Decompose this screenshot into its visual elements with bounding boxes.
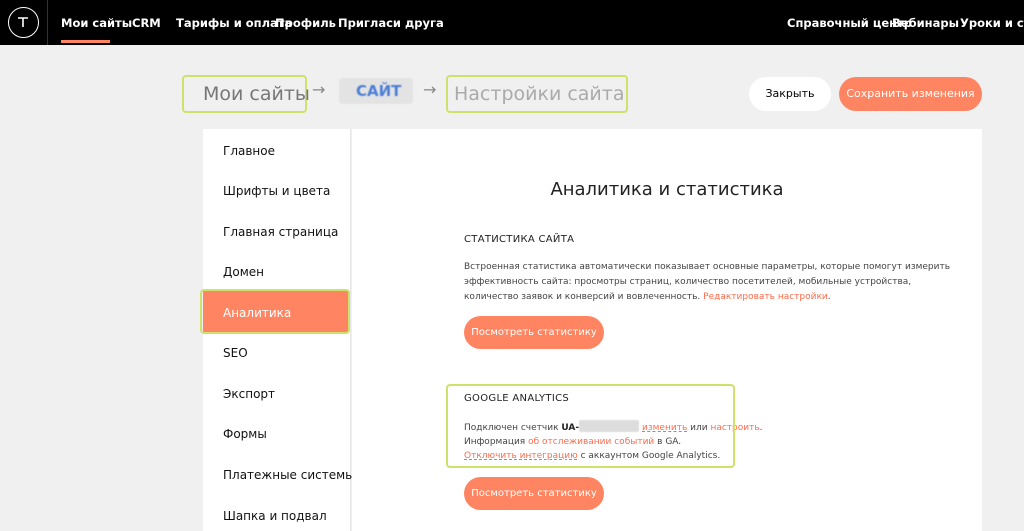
sidebar-item-home-page[interactable]: Главная страница bbox=[223, 225, 338, 239]
ga-view-stats-button[interactable]: Посмотреть статистику bbox=[464, 477, 604, 510]
nav-active-indicator bbox=[61, 40, 110, 43]
nav-invite-friend[interactable]: Пригласи друга bbox=[338, 16, 444, 30]
main-panel: Аналитика и статистика СТАТИСТИКА САЙТА … bbox=[352, 129, 982, 531]
nav-lessons[interactable]: Уроки и статьи bbox=[960, 16, 1024, 30]
sidebar-item-seo[interactable]: SEO bbox=[223, 346, 248, 360]
stats-section-heading: СТАТИСТИКА САЙТА bbox=[464, 234, 575, 245]
stats-description-end: . bbox=[827, 292, 831, 302]
sidebar-item-fonts-colors[interactable]: Шрифты и цвета bbox=[223, 184, 330, 198]
ga-dot: . bbox=[759, 423, 763, 433]
highlight-box-google-analytics bbox=[446, 384, 735, 468]
stats-description-line: количество заявок и конверсий и вовлечен… bbox=[464, 290, 831, 305]
save-changes-button[interactable]: Сохранить изменения bbox=[839, 77, 982, 111]
breadcrumb-arrow-icon: → bbox=[312, 80, 326, 99]
sidebar-item-domain[interactable]: Домен bbox=[223, 265, 264, 279]
stats-description-line: Встроенная статистика автоматически пока… bbox=[464, 262, 951, 272]
breadcrumb-site-label: САЙТ bbox=[356, 82, 402, 100]
sidebar-item-export[interactable]: Экспорт bbox=[223, 387, 275, 401]
nav-webinars[interactable]: Вебинары bbox=[892, 16, 959, 30]
highlight-box-analytics bbox=[200, 289, 350, 334]
top-nav-bar: Мои сайты CRM Тарифы и оплата Профиль Пр… bbox=[0, 0, 1024, 45]
breadcrumb-settings: Настройки сайта bbox=[454, 83, 625, 105]
nav-divider bbox=[47, 0, 48, 45]
view-stats-button[interactable]: Посмотреть статистику bbox=[464, 316, 604, 349]
nav-crm[interactable]: CRM bbox=[132, 16, 161, 30]
breadcrumb-my-sites[interactable]: Мои сайты bbox=[203, 83, 310, 105]
sidebar-item-payment-systems[interactable]: Платежные системы bbox=[223, 468, 355, 482]
edit-settings-link[interactable]: Редактировать настройки bbox=[703, 292, 828, 302]
stats-description-text: количество заявок и конверсий и вовлечен… bbox=[464, 292, 701, 302]
sidebar-item-main[interactable]: Главное bbox=[223, 144, 275, 158]
nav-profile[interactable]: Профиль bbox=[275, 16, 336, 30]
breadcrumb-arrow-icon: → bbox=[423, 80, 437, 99]
sidebar-item-header-footer[interactable]: Шапка и подвал bbox=[223, 509, 327, 523]
nav-my-sites[interactable]: Мои сайты bbox=[61, 16, 132, 30]
close-button[interactable]: Закрыть bbox=[749, 77, 831, 111]
stats-description-line: эффективность сайта: просмотры страниц, … bbox=[464, 277, 912, 287]
breadcrumb-site[interactable]: САЙТ bbox=[339, 78, 413, 104]
sidebar-item-forms[interactable]: Формы bbox=[223, 427, 267, 441]
tilda-logo-icon[interactable] bbox=[8, 7, 39, 38]
page-title: Аналитика и статистика bbox=[550, 179, 784, 200]
